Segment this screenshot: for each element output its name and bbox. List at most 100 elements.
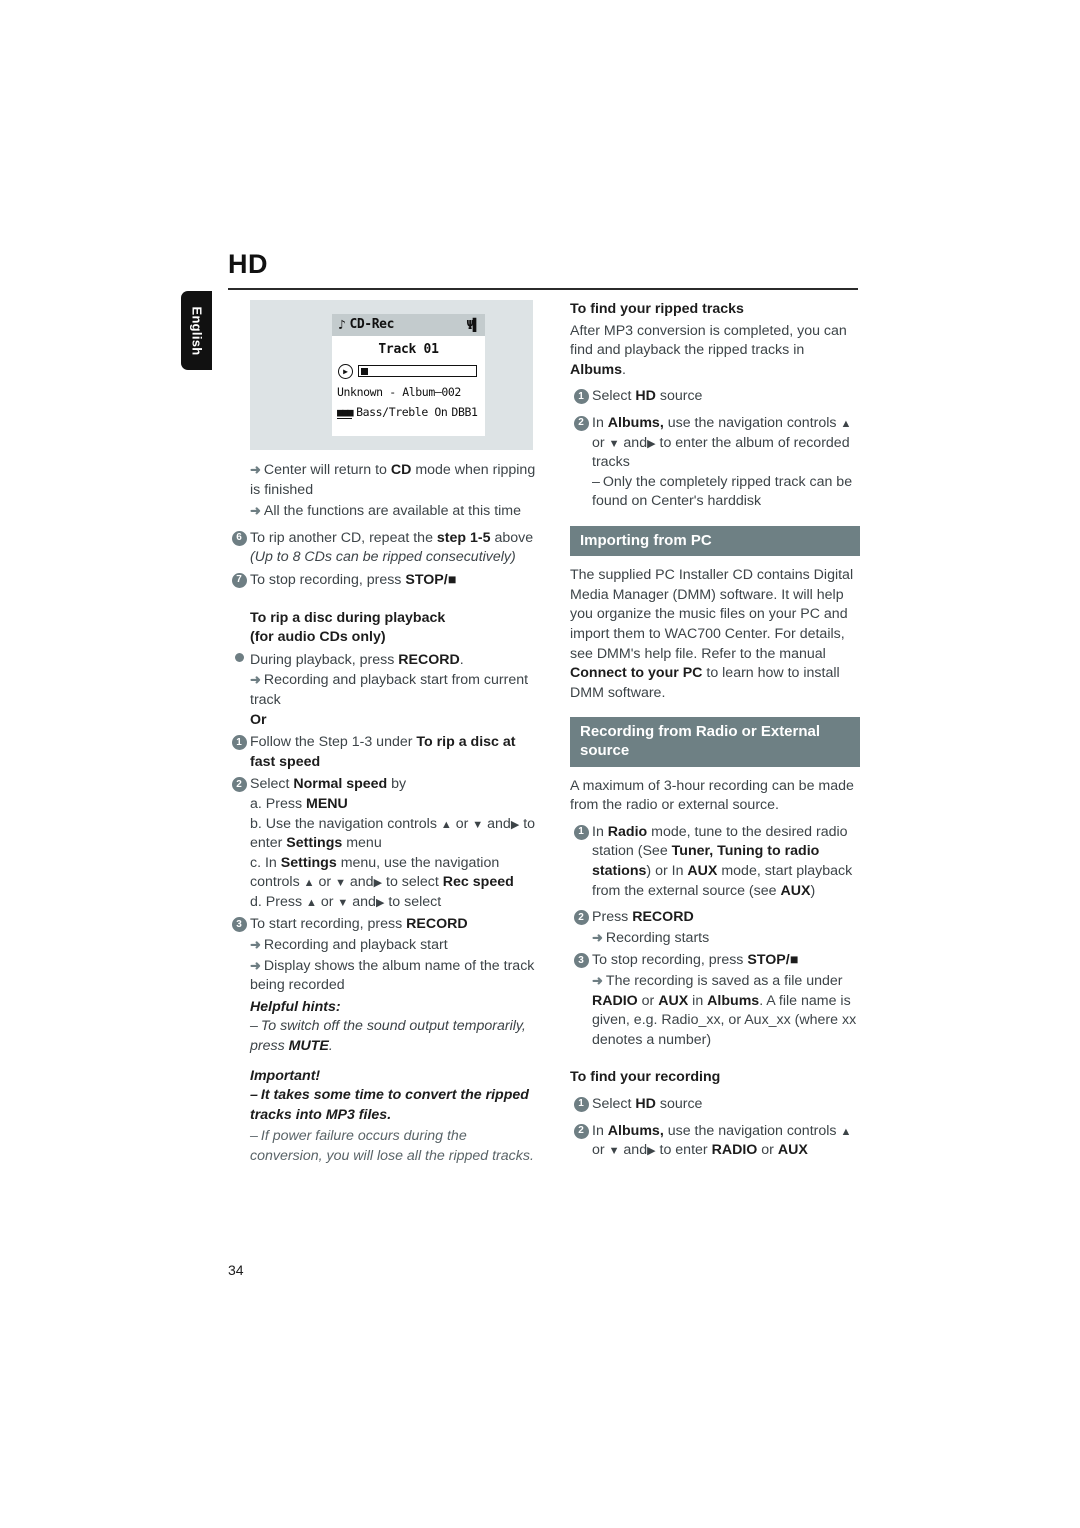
or-label: Or	[250, 711, 267, 728]
step-emphasis: HD	[635, 1095, 656, 1112]
note-text: The recording is saved as a file under	[605, 973, 843, 989]
paragraph-text: After MP3 conversion is completed, you c…	[570, 322, 847, 359]
step-text: Select	[592, 388, 632, 405]
lcd-titlebar: ♪ CD-Rec Ψ▌	[332, 314, 485, 336]
step-text: Press	[592, 909, 629, 926]
list-item: 3 To stop recording, press STOP/■ ➜ The r…	[570, 951, 860, 1050]
lcd-mode-label: CD-Rec	[349, 317, 394, 333]
important-item: – It takes some time to convert the rippe…	[250, 1086, 536, 1125]
substep-b: b. Use the navigation controls ▲ or ▼ an…	[250, 815, 536, 854]
step-emphasis: Albums,	[607, 414, 664, 431]
list-item: 2 In Albums, use the navigation controls…	[570, 414, 860, 512]
step-body: To start recording, press RECORD ➜ Record…	[250, 915, 536, 1166]
note-line: ➜ Recording and playback start from curre…	[250, 671, 536, 710]
step-emphasis: HD	[635, 388, 656, 405]
substep-emphasis: MENU	[306, 795, 348, 812]
language-tab: English	[181, 291, 212, 370]
list-item: 1 Select HD source	[570, 387, 860, 407]
arrow-icon: ➜	[592, 929, 603, 945]
step-text: In	[592, 823, 604, 840]
step-marker: 1	[228, 735, 250, 751]
note-emphasis: CD	[390, 462, 412, 478]
step-text: To stop recording, press	[592, 952, 744, 969]
step-number: 1	[231, 735, 247, 751]
hint-punct: .	[328, 1038, 333, 1055]
step-marker: 6	[228, 530, 250, 546]
substep-or: or	[320, 893, 334, 910]
list-item: During playback, press RECORD. ➜ Recordin…	[228, 651, 536, 730]
substep-and: and	[349, 874, 374, 891]
arrow-icon: ➜	[250, 957, 261, 973]
nav-up-icon: ▲	[306, 896, 317, 909]
music-note-icon: ♪	[338, 317, 346, 333]
nav-right-icon: ▶	[647, 1145, 656, 1158]
step-marker: 1	[570, 1096, 592, 1112]
step-marker: 3	[570, 953, 592, 969]
lcd-bass-label: Bass/Treble On	[356, 404, 448, 419]
note-line: ➜ Recording and playback start	[250, 936, 536, 956]
subsection-heading: To rip a disc during playback	[250, 609, 446, 626]
step-emphasis: RECORD	[632, 909, 694, 926]
step-or: or	[592, 1142, 605, 1159]
note-line: ➜ The recording is saved as a file under …	[592, 972, 860, 1050]
step-number: 1	[573, 1096, 589, 1112]
step-text-cont: above	[494, 529, 534, 546]
step-text-cont: source	[659, 1095, 703, 1112]
step-number: 3	[231, 917, 247, 933]
paragraph: A maximum of 3-hour recording can be mad…	[570, 777, 854, 814]
step-marker: 2	[228, 777, 250, 793]
bullet-dot-icon	[234, 652, 244, 662]
step-text: To rip another CD, repeat the	[250, 529, 433, 546]
list-item: 7 To stop recording, press STOP/■	[228, 571, 536, 591]
step-number: 1	[573, 824, 589, 840]
step-body: Select HD source	[592, 1095, 860, 1115]
step-number: 2	[573, 415, 589, 431]
step-punct: .	[459, 651, 464, 668]
dash-icon: –	[250, 1128, 258, 1145]
step-number: 1	[573, 389, 589, 405]
header-rule	[228, 288, 858, 290]
step-emphasis-4: AUX	[780, 882, 811, 899]
note-emphasis-2: AUX	[658, 992, 689, 1009]
note-text: Only the completely ripped track can be …	[592, 473, 853, 510]
substep-emphasis-2: Rec speed	[442, 874, 514, 891]
step-text-end: to enter	[659, 1142, 708, 1159]
note-in: in	[692, 992, 704, 1009]
step-body: During playback, press RECORD. ➜ Recordin…	[250, 651, 536, 730]
arrow-icon: ➜	[250, 462, 261, 477]
step-text-3: ) or In	[646, 863, 684, 880]
subsection-heading: To find your recording	[570, 1069, 721, 1086]
step-body: Select HD source	[592, 387, 860, 407]
nav-up-icon: ▲	[840, 1125, 852, 1138]
note-line: ➜ Recording starts	[592, 929, 860, 949]
step-body: In Radio mode, tune to the desired radio…	[592, 823, 860, 901]
list-item: 1 In Radio mode, tune to the desired rad…	[570, 823, 860, 901]
step-emphasis-2: RADIO	[711, 1142, 758, 1159]
important-text: If power failure occurs during the conve…	[250, 1128, 534, 1164]
note-or: or	[641, 992, 655, 1009]
dash-icon: –	[250, 1018, 258, 1035]
page-title: HD	[228, 249, 268, 279]
important-item: – If power failure occurs during the conv…	[250, 1127, 536, 1166]
substep-text: b. Use the navigation controls	[250, 815, 437, 832]
dash-icon: –	[250, 1087, 258, 1104]
substep-and: and	[352, 893, 376, 910]
equalizer-icon: ■■■	[337, 405, 354, 419]
note-line: – Only the completely ripped track can be…	[592, 473, 860, 512]
step-and: and	[623, 1142, 648, 1159]
paragraph-emphasis: Connect to your PC	[570, 665, 703, 682]
paragraph-emphasis: Albums	[570, 361, 623, 378]
arrow-icon: ➜	[250, 937, 261, 953]
list-item: 2 Select Normal speed by a. Press MENU b…	[228, 775, 536, 912]
left-column: ♪ CD-Rec Ψ▌ Track 01 ▶ Unknown - Album—0…	[228, 300, 536, 1167]
substep-text-end: to select	[386, 874, 439, 891]
step-emphasis-3: AUX	[777, 1142, 808, 1159]
nav-down-icon: ▼	[608, 437, 620, 450]
step-marker: 2	[570, 1123, 592, 1139]
step-marker: 2	[570, 910, 592, 926]
step-text-cont: source	[659, 388, 703, 405]
step-text: During playback, press	[250, 651, 395, 668]
